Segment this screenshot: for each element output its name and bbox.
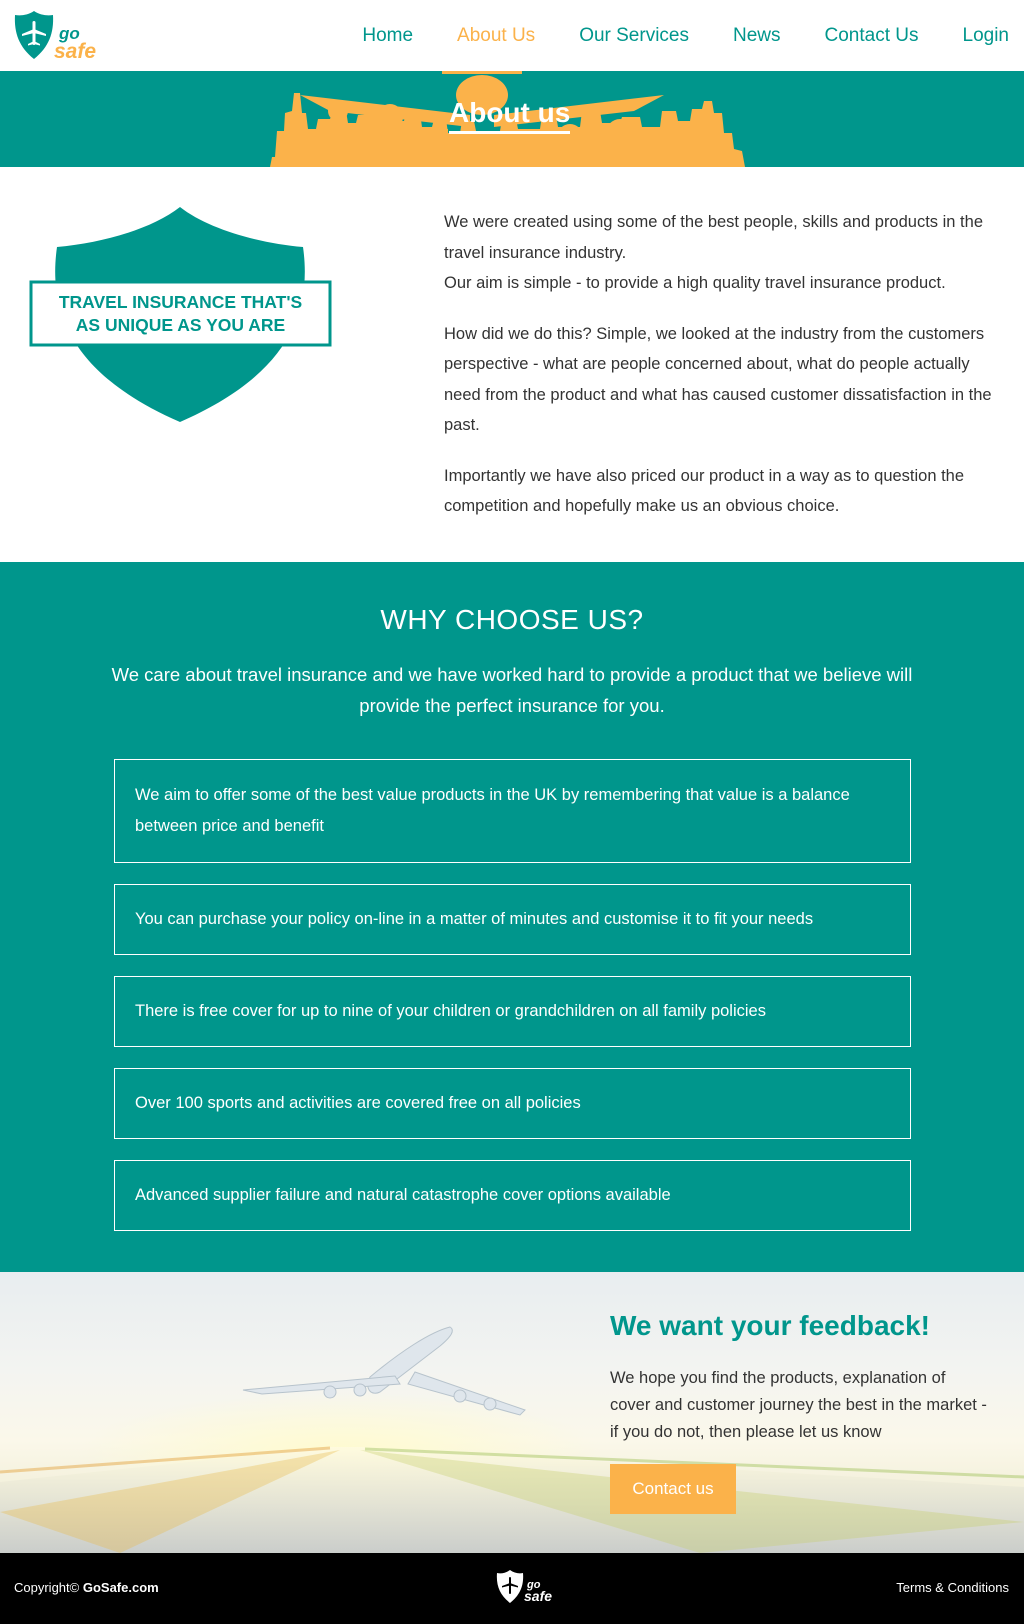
main-nav: Home About Us Our Services News Contact … xyxy=(362,0,1024,71)
nav-contact-us[interactable]: Contact Us xyxy=(825,25,919,47)
footer-logo-icon[interactable]: go safe xyxy=(496,1569,560,1610)
site-header: go safe Home About Us Our Services News … xyxy=(0,0,1024,71)
copyright-brand[interactable]: GoSafe.com xyxy=(83,1580,159,1595)
terms-link[interactable]: Terms & Conditions xyxy=(896,1580,1009,1595)
shield-badge-icon: TRAVEL INSURANCE THAT'S AS UNIQUE AS YOU… xyxy=(28,207,333,432)
nav-about-us[interactable]: About Us xyxy=(457,25,535,47)
nav-news[interactable]: News xyxy=(733,25,781,47)
feedback-text: We hope you find the products, explanati… xyxy=(610,1369,987,1441)
site-footer: Copyright© GoSafe.com go safe Terms & Co… xyxy=(0,1553,1024,1624)
about-paragraph-1a: We were created using some of the best p… xyxy=(444,213,983,262)
copyright-prefix: Copyright© xyxy=(14,1580,80,1595)
why-item: Over 100 sports and activities are cover… xyxy=(114,1068,911,1139)
why-item: There is free cover for up to nine of yo… xyxy=(114,976,911,1047)
nav-our-services[interactable]: Our Services xyxy=(579,25,689,47)
about-text: We were created using some of the best p… xyxy=(444,207,1004,542)
svg-text:safe: safe xyxy=(524,1588,552,1604)
why-title: WHY CHOOSE US? xyxy=(380,604,644,635)
copyright: Copyright© GoSafe.com xyxy=(14,1580,159,1595)
gosafe-logo-icon[interactable]: go safe xyxy=(14,9,119,63)
why-choose-us-section: WHY CHOOSE US? We care about travel insu… xyxy=(0,562,1024,1272)
svg-text:safe: safe xyxy=(54,40,96,63)
about-section: TRAVEL INSURANCE THAT'S AS UNIQUE AS YOU… xyxy=(0,167,1024,562)
about-paragraph-3: Importantly we have also priced our prod… xyxy=(444,466,965,516)
feedback-title: We want your feedback! xyxy=(610,1310,931,1341)
why-item: Advanced supplier failure and natural ca… xyxy=(114,1160,911,1231)
hero-banner: About us xyxy=(0,71,1024,167)
why-item: We aim to offer some of the best value p… xyxy=(114,759,911,863)
why-list: We aim to offer some of the best value p… xyxy=(114,759,911,1252)
badge-line-1: TRAVEL INSURANCE THAT'S xyxy=(58,292,303,312)
nav-login[interactable]: Login xyxy=(963,25,1010,47)
feedback-section: We want your feedback! We hope you find … xyxy=(0,1272,1024,1553)
about-paragraph-1b: Our aim is simple - to provide a high qu… xyxy=(444,274,946,292)
why-item: You can purchase your policy on-line in … xyxy=(114,884,911,955)
nav-home[interactable]: Home xyxy=(362,25,413,47)
badge-line-2: AS UNIQUE AS YOU ARE xyxy=(75,315,286,335)
contact-us-button[interactable]: Contact us xyxy=(610,1464,736,1514)
about-paragraph-2: How did we do this? Simple, we looked at… xyxy=(444,324,992,435)
page-title: About us xyxy=(449,97,571,134)
why-subtitle: We care about travel insurance and we ha… xyxy=(111,664,913,716)
